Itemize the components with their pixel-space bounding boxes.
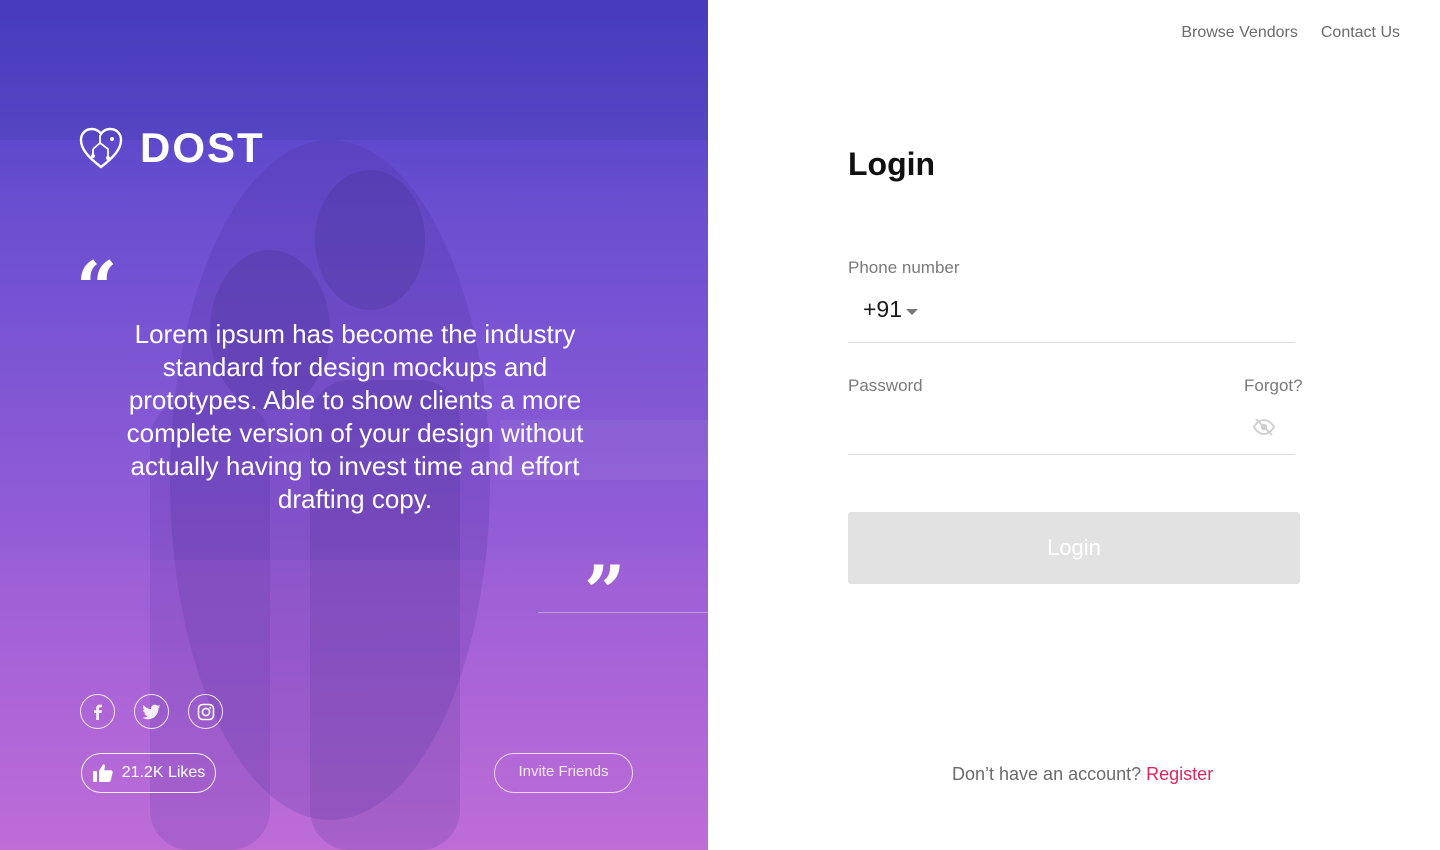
login-title: Login — [848, 146, 936, 182]
likes-count: 21.2K Likes — [121, 764, 206, 781]
phone-number-input[interactable] — [935, 296, 1290, 330]
facebook-link[interactable] — [80, 694, 115, 729]
register-link[interactable]: Register — [1146, 764, 1213, 784]
instagram-icon — [197, 703, 214, 720]
country-code-select[interactable]: +91 — [863, 296, 919, 323]
password-label: Password — [848, 376, 923, 395]
instagram-link[interactable] — [188, 694, 223, 729]
chevron-down-icon — [906, 308, 919, 315]
contact-us-link[interactable]: Contact Us — [1321, 24, 1400, 42]
brand-name: DOST — [140, 124, 265, 171]
invite-friends-button[interactable]: Invite Friends — [494, 753, 633, 793]
brand: DOST — [78, 124, 265, 172]
browse-vendors-link[interactable]: Browse Vendors — [1181, 24, 1298, 42]
facebook-icon — [93, 704, 102, 720]
phone-number-label: Phone number — [848, 258, 960, 277]
register-prompt: Don’t have an account? Register — [952, 764, 1213, 785]
twitter-link[interactable] — [134, 694, 169, 729]
heart-circuit-icon — [79, 127, 123, 169]
hero-panel: DOST “ Lorem ipsum has become the indust… — [0, 0, 708, 850]
hero-quote: Lorem ipsum has become the industry stan… — [126, 319, 584, 514]
top-navigation: Browse Vendors Contact Us — [1181, 24, 1400, 42]
password-underline — [848, 454, 1295, 455]
thumbs-up-icon — [92, 764, 113, 782]
social-links — [80, 694, 223, 729]
open-quote-mark: “ — [76, 245, 118, 330]
password-input[interactable] — [848, 412, 1238, 446]
country-code-value: +91 — [863, 296, 903, 322]
close-quote-mark: ” — [584, 549, 626, 634]
eye-off-icon — [1252, 418, 1276, 436]
twitter-icon — [142, 704, 160, 719]
forgot-password-link[interactable]: Forgot? — [1244, 376, 1303, 396]
phone-underline — [848, 342, 1295, 343]
login-button[interactable]: Login — [848, 512, 1300, 584]
no-account-text: Don’t have an account? — [952, 764, 1142, 784]
toggle-password-visibility[interactable] — [1252, 417, 1276, 442]
quote-divider — [538, 612, 708, 613]
likes-button[interactable]: 21.2K Likes — [81, 753, 216, 793]
